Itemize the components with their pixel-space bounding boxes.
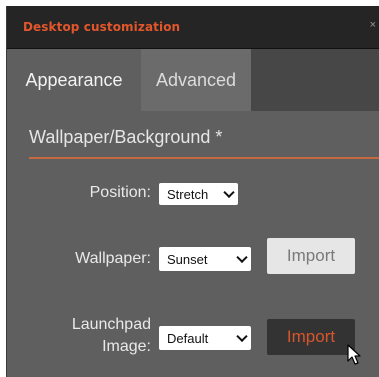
title-bar[interactable]: Desktop customization × bbox=[7, 6, 379, 49]
launchpad-select-value: Default bbox=[167, 330, 209, 346]
wallpaper-select[interactable]: Sunset bbox=[159, 247, 251, 271]
window-title: Desktop customization bbox=[23, 20, 181, 34]
wallpaper-label: Wallpaper: bbox=[75, 250, 151, 267]
customization-window: Desktop customization × Appearance Advan… bbox=[6, 6, 379, 377]
wallpaper-select-value: Sunset bbox=[167, 251, 208, 267]
launchpad-label-line2: Image: bbox=[102, 338, 151, 355]
section-divider bbox=[29, 157, 379, 159]
launchpad-image-label: Launchpad Image: bbox=[72, 314, 151, 358]
import-wallpaper-button[interactable]: Import bbox=[267, 238, 355, 274]
tab-appearance[interactable]: Appearance bbox=[7, 49, 141, 111]
position-select[interactable]: Stretch bbox=[159, 183, 238, 205]
position-label: Position: bbox=[89, 184, 151, 201]
launchpad-label-line1: Launchpad bbox=[71, 316, 151, 333]
tab-advanced[interactable]: Advanced bbox=[141, 49, 251, 111]
close-icon[interactable]: × bbox=[370, 19, 376, 31]
tab-bar: Appearance Advanced bbox=[7, 49, 379, 111]
chevron-down-icon bbox=[236, 330, 248, 343]
launchpad-image-select[interactable]: Default bbox=[159, 326, 251, 350]
mouse-cursor-icon bbox=[347, 344, 361, 365]
chevron-down-icon bbox=[236, 251, 248, 264]
import-launchpad-button[interactable]: Import bbox=[267, 319, 355, 355]
chevron-down-icon bbox=[223, 186, 235, 199]
position-select-value: Stretch bbox=[167, 186, 209, 202]
section-title: Wallpaper/Background * bbox=[29, 127, 223, 147]
